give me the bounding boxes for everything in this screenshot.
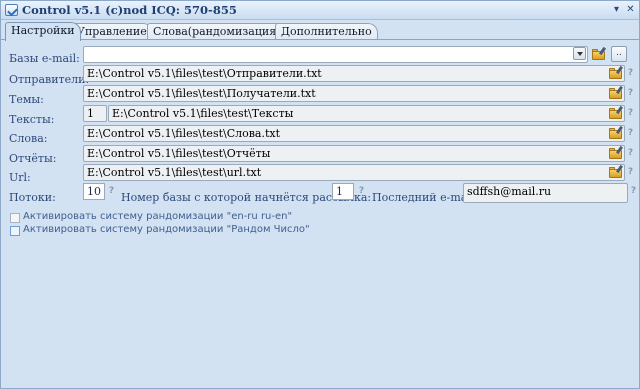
last-email-field[interactable]: sdffsh@mail.ru <box>463 183 628 203</box>
title-bar[interactable]: Control v5.1 (c)nod ICQ: 570-855 ▾ ✕ <box>1 1 639 20</box>
reports-label: Отчёты: <box>9 152 57 165</box>
email-bases-label: Базы e-mail: <box>9 52 80 65</box>
randomize-number-label[interactable]: Активировать систему рандомизации "Рандо… <box>23 224 310 235</box>
chevron-down-icon[interactable] <box>573 47 586 60</box>
tab-strip: Настройки Управление Слова(рандомизация)… <box>5 22 635 41</box>
randomize-en-ru-label[interactable]: Активировать систему рандомизации "en-ru… <box>23 211 292 222</box>
minimize-button[interactable]: ▾ <box>611 4 622 16</box>
folder-open-icon[interactable] <box>609 65 624 79</box>
tab-divider <box>1 39 639 40</box>
window-title: Control v5.1 (c)nod ICQ: 570-855 <box>22 3 237 17</box>
folder-open-icon[interactable] <box>609 85 624 99</box>
folder-open-icon[interactable] <box>609 164 624 178</box>
url-label: Url: <box>9 171 31 184</box>
threads-label: Потоки: <box>9 191 56 204</box>
texts-path-field[interactable]: E:\Control v5.1\files\test\Тексты <box>108 105 625 122</box>
tab-settings[interactable]: Настройки <box>5 22 81 41</box>
start-base-input[interactable]: 1 <box>332 183 354 200</box>
tab-control[interactable]: Управление <box>71 23 153 40</box>
randomize-number-checkbox[interactable] <box>10 226 20 236</box>
senders-label: Отправители: <box>9 73 90 86</box>
topics-path-field[interactable]: E:\Control v5.1\files\test\Получатели.tx… <box>83 85 625 102</box>
help-icon[interactable]: ? <box>627 88 634 99</box>
folder-open-icon[interactable] <box>592 46 607 60</box>
help-icon[interactable]: ? <box>627 128 634 139</box>
topics-label: Темы: <box>9 93 44 106</box>
help-icon[interactable]: ? <box>630 186 637 197</box>
texts-count-field[interactable]: 1 <box>83 105 107 122</box>
texts-label: Тексты: <box>9 113 55 126</box>
randomize-en-ru-checkbox[interactable] <box>10 213 20 223</box>
words-label: Слова: <box>9 132 48 145</box>
main-window: Control v5.1 (c)nod ICQ: 570-855 ▾ ✕ Нас… <box>0 0 640 389</box>
folder-open-icon[interactable] <box>609 105 624 119</box>
help-icon[interactable]: ? <box>627 148 634 159</box>
app-icon <box>5 4 18 16</box>
words-path-field[interactable]: E:\Control v5.1\files\test\Слова.txt <box>83 125 625 142</box>
folder-open-icon[interactable] <box>609 145 624 159</box>
reports-path-field[interactable]: E:\Control v5.1\files\test\Отчёты <box>83 145 625 162</box>
help-icon[interactable]: ? <box>627 68 634 79</box>
folder-open-icon[interactable] <box>609 125 624 139</box>
help-icon[interactable]: ? <box>627 167 634 178</box>
threads-input[interactable]: 10 <box>83 183 105 200</box>
senders-path-field[interactable]: E:\Control v5.1\files\test\Отправители.t… <box>83 65 625 82</box>
add-email-base-button[interactable]: .. <box>611 46 627 62</box>
tab-additional[interactable]: Дополнительно <box>275 23 378 40</box>
help-icon[interactable]: ? <box>108 186 115 197</box>
help-icon[interactable]: ? <box>358 186 365 197</box>
close-button[interactable]: ✕ <box>625 4 636 16</box>
tab-words-randomization[interactable]: Слова(рандомизация) <box>147 23 287 40</box>
help-icon[interactable]: ? <box>627 108 634 119</box>
url-path-field[interactable]: E:\Control v5.1\files\test\url.txt <box>83 164 625 181</box>
email-bases-select[interactable] <box>83 46 588 63</box>
